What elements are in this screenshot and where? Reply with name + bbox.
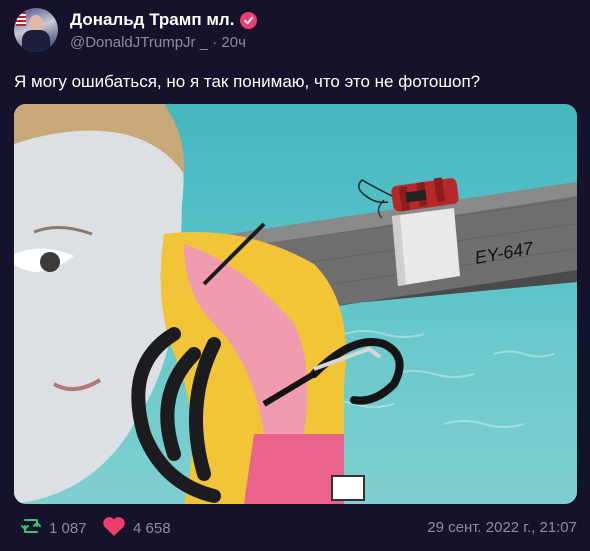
- author-name-row[interactable]: Дональд Трамп мл.: [70, 10, 258, 30]
- repost-count: 1 087: [49, 519, 87, 537]
- heart-icon[interactable]: [102, 516, 126, 541]
- avatar[interactable]: [14, 8, 58, 52]
- author-handle-row: @DonaldJTrumpJr _ · 20ч: [70, 34, 246, 51]
- flag-graphic: [16, 12, 26, 26]
- repost-stat[interactable]: 1 087: [20, 516, 87, 540]
- author-handle[interactable]: @DonaldJTrumpJr _: [70, 34, 208, 51]
- like-count: 4 658: [133, 520, 171, 537]
- photo-illustration: EY-647: [14, 104, 577, 504]
- repost-icon[interactable]: [20, 516, 42, 540]
- like-stat[interactable]: 4 658: [102, 516, 171, 541]
- separator-dot: ·: [212, 34, 218, 51]
- verified-badge-icon: [240, 11, 258, 29]
- post-time-ago[interactable]: 20ч: [221, 34, 246, 51]
- post-text: Я могу ошибаться, но я так понимаю, что …: [14, 72, 481, 91]
- post-date[interactable]: 29 сент. 2022 г., 21:07: [427, 519, 577, 536]
- post-image[interactable]: EY-647: [14, 104, 577, 504]
- author-name[interactable]: Дональд Трамп мл.: [70, 10, 234, 30]
- post-header: Дональд Трамп мл. @DonaldJTrumpJr _ · 20…: [14, 8, 576, 54]
- post-footer: 1 087 4 658 29 сент. 2022 г., 21:07: [14, 516, 577, 542]
